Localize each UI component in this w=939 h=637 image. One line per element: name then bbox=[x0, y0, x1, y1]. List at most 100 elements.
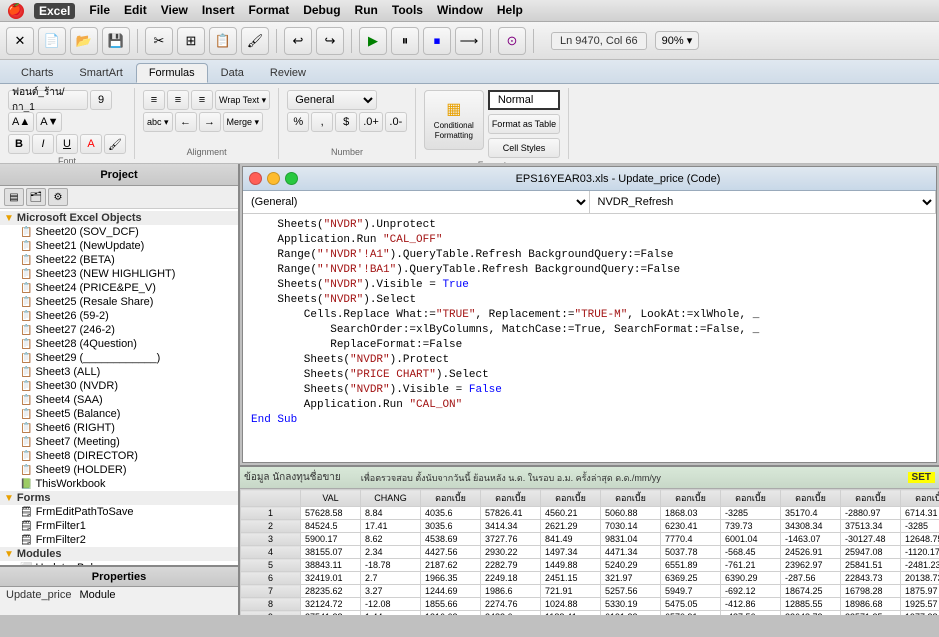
cell-r1-c10[interactable]: -2880.97 bbox=[841, 507, 901, 520]
macro-btn[interactable]: ⊙ bbox=[498, 27, 526, 55]
cell-r1-c6[interactable]: 5060.88 bbox=[601, 507, 661, 520]
cell-r1-c5[interactable]: 4560.21 bbox=[541, 507, 601, 520]
cell-r8-c5[interactable]: 1024.88 bbox=[541, 598, 601, 611]
cell-r3-c10[interactable]: -30127.48 bbox=[841, 533, 901, 546]
cell-r5-c9[interactable]: 23962.97 bbox=[781, 559, 841, 572]
menu-format[interactable]: Format bbox=[249, 3, 290, 19]
cell-r4-c11[interactable]: -1120.17 bbox=[901, 546, 939, 559]
cell-r4-c7[interactable]: 5037.78 bbox=[661, 546, 721, 559]
cell-r8-c10[interactable]: 18986.68 bbox=[841, 598, 901, 611]
merge-btn[interactable]: Merge ▾ bbox=[223, 112, 264, 132]
cell-r8-c6[interactable]: 5330.19 bbox=[601, 598, 661, 611]
indent-increase-btn[interactable]: → bbox=[199, 112, 221, 132]
code-area[interactable]: Sheets("NVDR").Unprotect Application.Run… bbox=[243, 214, 936, 462]
tree-item-sheet24[interactable]: 📋 Sheet24 (PRICE&PE_V) bbox=[0, 281, 238, 295]
cell-r9-c3[interactable]: 1316.63 bbox=[421, 611, 481, 616]
cell-r9-c1[interactable]: 27541.38 bbox=[301, 611, 361, 616]
bold-btn[interactable]: B bbox=[8, 134, 30, 154]
comma-btn[interactable]: , bbox=[311, 112, 333, 132]
cell-r1-c7[interactable]: 1868.03 bbox=[661, 507, 721, 520]
decimal-decrease-btn[interactable]: .0- bbox=[385, 112, 407, 132]
tree-item-sheet22[interactable]: 📋 Sheet22 (BETA) bbox=[0, 253, 238, 267]
cell-r8-c1[interactable]: 32124.72 bbox=[301, 598, 361, 611]
cell-r7-c1[interactable]: 28235.62 bbox=[301, 585, 361, 598]
save-btn[interactable]: 💾 bbox=[102, 27, 130, 55]
cell-r4-c9[interactable]: 24526.91 bbox=[781, 546, 841, 559]
tree-item-sheet20[interactable]: 📋 Sheet20 (SOV_DCF) bbox=[0, 225, 238, 239]
cell-r7-c4[interactable]: 1986.6 bbox=[481, 585, 541, 598]
cell-r9-c11[interactable]: 1977.38 bbox=[901, 611, 939, 616]
cell-r6-c1[interactable]: 32419.01 bbox=[301, 572, 361, 585]
cell-r8-c11[interactable]: 1925.57 bbox=[901, 598, 939, 611]
cell-r8-c7[interactable]: 5475.05 bbox=[661, 598, 721, 611]
tree-section-modules[interactable]: ▼ Modules bbox=[0, 547, 238, 561]
menu-file[interactable]: File bbox=[89, 3, 110, 19]
tab-formulas[interactable]: Formulas bbox=[136, 63, 208, 83]
normal-style-btn[interactable]: Normal bbox=[488, 90, 560, 110]
menu-window[interactable]: Window bbox=[437, 3, 483, 19]
cell-r8-c4[interactable]: 2274.76 bbox=[481, 598, 541, 611]
zoom-control[interactable]: 90% ▾ bbox=[655, 31, 700, 50]
cell-r9-c10[interactable]: 23571.35 bbox=[841, 611, 901, 616]
cell-r6-c4[interactable]: 2249.18 bbox=[481, 572, 541, 585]
cell-r3-c6[interactable]: 9831.04 bbox=[601, 533, 661, 546]
cell-r5-c1[interactable]: 38843.11 bbox=[301, 559, 361, 572]
cell-r4-c3[interactable]: 4427.56 bbox=[421, 546, 481, 559]
tab-review[interactable]: Review bbox=[257, 63, 319, 83]
open-btn[interactable]: 📂 bbox=[70, 27, 98, 55]
tree-item-sheet5[interactable]: 📋 Sheet5 (Balance) bbox=[0, 407, 238, 421]
cell-r3-c2[interactable]: 8.62 bbox=[361, 533, 421, 546]
sidebar-tree-btn[interactable]: 🗂 bbox=[26, 188, 46, 206]
cell-r3-c9[interactable]: -1463.07 bbox=[781, 533, 841, 546]
cell-r3-c4[interactable]: 3727.76 bbox=[481, 533, 541, 546]
cell-r8-c3[interactable]: 1855.66 bbox=[421, 598, 481, 611]
cell-r5-c7[interactable]: 6551.89 bbox=[661, 559, 721, 572]
cell-r5-c6[interactable]: 5240.29 bbox=[601, 559, 661, 572]
cell-r2-c9[interactable]: 34308.34 bbox=[781, 520, 841, 533]
cell-r7-c7[interactable]: 5949.7 bbox=[661, 585, 721, 598]
cell-r3-c8[interactable]: 6001.04 bbox=[721, 533, 781, 546]
cell-r8-c9[interactable]: 12885.55 bbox=[781, 598, 841, 611]
tree-item-sheet27[interactable]: 📋 Sheet27 (246-2) bbox=[0, 323, 238, 337]
cell-r5-c4[interactable]: 2282.79 bbox=[481, 559, 541, 572]
cell-r2-c3[interactable]: 3035.6 bbox=[421, 520, 481, 533]
cell-r7-c5[interactable]: 721.91 bbox=[541, 585, 601, 598]
tree-section-forms[interactable]: ▼ Forms bbox=[0, 491, 238, 505]
cell-r2-c5[interactable]: 2621.29 bbox=[541, 520, 601, 533]
cell-r2-c7[interactable]: 6230.41 bbox=[661, 520, 721, 533]
tree-item-thisworkbook[interactable]: 📗 ThisWorkbook bbox=[0, 477, 238, 491]
menu-run[interactable]: Run bbox=[355, 3, 378, 19]
cell-r4-c10[interactable]: 25947.08 bbox=[841, 546, 901, 559]
undo-btn[interactable]: ↩ bbox=[284, 27, 312, 55]
cell-r6-c6[interactable]: 321.97 bbox=[601, 572, 661, 585]
paste-btn[interactable]: 📋 bbox=[209, 27, 237, 55]
cell-r3-c7[interactable]: 7770.4 bbox=[661, 533, 721, 546]
cell-r9-c8[interactable]: -487.56 bbox=[721, 611, 781, 616]
cell-r9-c4[interactable]: 2482.6 bbox=[481, 611, 541, 616]
tree-item-sheet9[interactable]: 📋 Sheet9 (HOLDER) bbox=[0, 463, 238, 477]
decimal-increase-btn[interactable]: .0+ bbox=[359, 112, 383, 132]
font-name-btn[interactable]: ฟอนต์_ร้าน/กา_1 bbox=[8, 90, 88, 110]
cell-r2-c1[interactable]: 84524.5 bbox=[301, 520, 361, 533]
italic-btn[interactable]: I bbox=[32, 134, 54, 154]
menu-tools[interactable]: Tools bbox=[392, 3, 423, 19]
stop-btn[interactable]: ⏹ bbox=[423, 27, 451, 55]
percent-btn[interactable]: % bbox=[287, 112, 309, 132]
font-size-btn[interactable]: 9 bbox=[90, 90, 112, 110]
cell-r7-c8[interactable]: -692.12 bbox=[721, 585, 781, 598]
cell-r3-c11[interactable]: 12648.75 bbox=[901, 533, 939, 546]
font-color-btn[interactable]: A bbox=[80, 134, 102, 154]
cell-r2-c2[interactable]: 17.41 bbox=[361, 520, 421, 533]
cell-r7-c10[interactable]: 16798.28 bbox=[841, 585, 901, 598]
cell-r8-c2[interactable]: -12.08 bbox=[361, 598, 421, 611]
cell-r5-c2[interactable]: -18.78 bbox=[361, 559, 421, 572]
number-format-select[interactable]: General Number Currency Percentage Text bbox=[287, 90, 377, 110]
cell-r6-c2[interactable]: 2.7 bbox=[361, 572, 421, 585]
menu-help[interactable]: Help bbox=[497, 3, 523, 19]
cell-r4-c5[interactable]: 1497.34 bbox=[541, 546, 601, 559]
tree-item-sheet21[interactable]: 📋 Sheet21 (NewUpdate) bbox=[0, 239, 238, 253]
tree-item-sheet7[interactable]: 📋 Sheet7 (Meeting) bbox=[0, 435, 238, 449]
format-painter-btn[interactable]: 🖌 bbox=[241, 27, 269, 55]
menu-excel[interactable]: Excel bbox=[34, 3, 75, 19]
indent-decrease-btn[interactable]: ← bbox=[175, 112, 197, 132]
